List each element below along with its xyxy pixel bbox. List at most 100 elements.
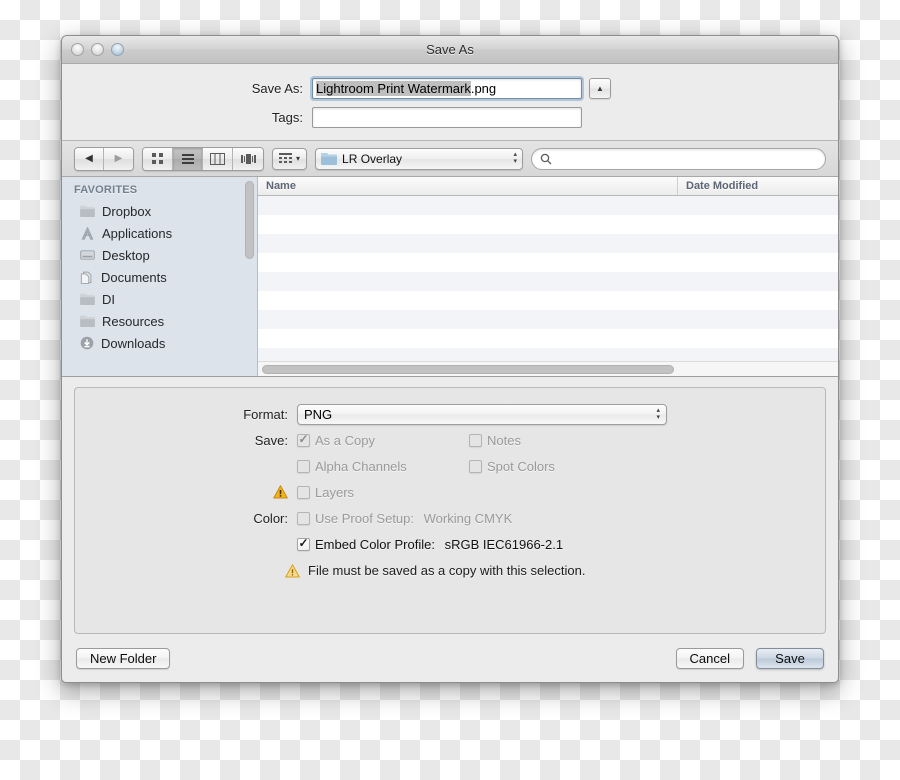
- warning-note-text: File must be saved as a copy with this s…: [308, 563, 586, 578]
- checkbox-spot-colors[interactable]: Spot Colors: [469, 459, 641, 474]
- column-view-button[interactable]: [203, 147, 233, 170]
- sidebar-item-label: Resources: [102, 313, 165, 329]
- arrange-button[interactable]: ▾: [272, 147, 308, 170]
- file-list: Name Date Modified: [258, 177, 838, 376]
- checkbox-layers[interactable]: Layers: [297, 485, 469, 500]
- sidebar-item-dropbox[interactable]: Dropbox: [62, 200, 257, 222]
- save-label: Save:: [254, 432, 288, 448]
- sidebar-item-di[interactable]: DI: [62, 288, 257, 310]
- back-button[interactable]: ◀: [75, 147, 104, 170]
- stepper-up-icon: ▴: [656, 406, 660, 414]
- table-row: [258, 253, 838, 272]
- sidebar-item-label: Applications: [102, 225, 173, 241]
- list-view-button[interactable]: [173, 147, 203, 170]
- layers-warning-slot: [75, 485, 297, 499]
- tags-row: Tags:: [62, 107, 838, 128]
- tags-input[interactable]: [312, 107, 582, 128]
- sidebar-scrollbar[interactable]: [245, 181, 254, 259]
- layers-row: Layers: [75, 479, 825, 505]
- checkbox-as-a-copy[interactable]: As a Copy: [297, 433, 469, 448]
- icon-view-button[interactable]: [143, 147, 173, 170]
- warning-triangle-icon: [285, 563, 300, 578]
- checkbox-label: Alpha Channels: [315, 458, 407, 474]
- checkbox-box[interactable]: [469, 459, 482, 473]
- scrollbar-thumb[interactable]: [262, 365, 674, 374]
- cancel-button[interactable]: Cancel: [675, 647, 744, 669]
- save-button[interactable]: Save: [756, 647, 824, 669]
- column-header-name[interactable]: Name: [258, 177, 678, 195]
- checkbox-alpha-channels[interactable]: Alpha Channels: [297, 459, 469, 474]
- table-row: [258, 348, 838, 361]
- zoom-button[interactable]: [111, 43, 124, 56]
- view-mode-segmented-control: [142, 146, 264, 171]
- proof-setup-label: Use Proof Setup:: [315, 510, 414, 526]
- table-row: [258, 272, 838, 291]
- warning-triangle-icon: [273, 485, 288, 499]
- coverflow-view-icon: [240, 153, 256, 164]
- format-stepper-icon: ▴ ▾: [656, 406, 660, 421]
- format-value: PNG: [304, 406, 333, 422]
- warning-note-row: File must be saved as a copy with this s…: [75, 563, 825, 578]
- checkbox-box[interactable]: [297, 433, 310, 447]
- folder-icon: [80, 293, 95, 305]
- checkbox-label: As a Copy: [315, 432, 375, 448]
- disclosure-triangle-icon[interactable]: ▲: [589, 78, 611, 99]
- footer-action-buttons: Cancel Save: [675, 647, 824, 669]
- sidebar-item-applications[interactable]: Applications: [62, 222, 257, 244]
- checkbox-label: Use Proof Setup: Working CMYK: [315, 511, 512, 526]
- name-area: Save As: Lightroom Print Watermark .png ▲…: [62, 64, 838, 141]
- documents-icon: [80, 271, 92, 284]
- coverflow-view-button[interactable]: [233, 147, 263, 170]
- table-row: [258, 215, 838, 234]
- location-stepper-icon: ▴ ▾: [513, 151, 518, 165]
- save-as-dialog: Save As Save As: Lightroom Print Waterma…: [61, 35, 839, 683]
- sidebar-item-resources[interactable]: Resources: [62, 310, 257, 332]
- column-header-date-modified[interactable]: Date Modified: [678, 177, 838, 195]
- embed-profile-value: sRGB IEC61966-2.1: [444, 536, 564, 552]
- back-arrow-icon: ◀: [85, 153, 93, 164]
- table-row: [258, 234, 838, 253]
- sidebar-item-label: DI: [102, 291, 115, 307]
- stepper-down-icon: ▾: [656, 413, 660, 421]
- applications-icon: [81, 226, 94, 240]
- checkbox-box[interactable]: [297, 537, 310, 551]
- checkbox-embed-color-profile[interactable]: Embed Color Profile: sRGB IEC61966-2.1: [297, 537, 563, 552]
- file-list-header: Name Date Modified: [258, 177, 838, 196]
- arrange-chevron-down-icon: ▾: [296, 154, 301, 163]
- file-list-horizontal-scrollbar[interactable]: [258, 361, 838, 376]
- save-options-panel: Format: PNG ▴ ▾ Save: As a Copy Notes: [74, 387, 826, 634]
- icon-view-icon: [152, 153, 163, 164]
- close-button[interactable]: [71, 43, 84, 56]
- checkbox-box[interactable]: [297, 511, 310, 525]
- folder-icon: [80, 205, 95, 217]
- format-popup-button[interactable]: PNG ▴ ▾: [297, 403, 667, 425]
- window-controls: [62, 43, 124, 56]
- search-input[interactable]: [531, 147, 826, 170]
- sidebar-item-label: Downloads: [101, 335, 166, 351]
- search-icon: [540, 153, 552, 164]
- sidebar-item-desktop[interactable]: Desktop: [62, 244, 257, 266]
- sidebar-item-label: Dropbox: [102, 203, 152, 219]
- forward-arrow-icon: ▶: [114, 153, 123, 164]
- window-title: Save As: [426, 42, 474, 57]
- checkbox-box[interactable]: [297, 485, 310, 499]
- checkbox-box[interactable]: [469, 433, 482, 447]
- filename-input[interactable]: Lightroom Print Watermark .png: [312, 78, 582, 99]
- sidebar-item-documents[interactable]: Documents: [62, 266, 257, 288]
- checkbox-notes[interactable]: Notes: [469, 433, 641, 448]
- file-browser: FAVORITES Dropbox Applications Desktop D…: [62, 177, 838, 377]
- folder-icon: [321, 153, 338, 165]
- save-options-row-1: Save: As a Copy Notes: [75, 427, 825, 453]
- forward-button[interactable]: ▶: [104, 147, 133, 170]
- minimize-button[interactable]: [91, 43, 104, 56]
- location-popup-button[interactable]: LR Overlay ▴ ▾: [315, 147, 524, 170]
- checkbox-label: Layers: [315, 484, 355, 500]
- checkbox-use-proof-setup[interactable]: Use Proof Setup: Working CMYK: [297, 511, 512, 526]
- new-folder-button[interactable]: New Folder: [76, 647, 171, 669]
- checkbox-box[interactable]: [297, 459, 310, 473]
- stepper-down-icon: ▾: [513, 158, 518, 165]
- location-name: LR Overlay: [342, 151, 403, 166]
- checkbox-label: Notes: [487, 432, 521, 448]
- color-label: Color:: [253, 510, 288, 526]
- sidebar-item-downloads[interactable]: Downloads: [62, 332, 257, 354]
